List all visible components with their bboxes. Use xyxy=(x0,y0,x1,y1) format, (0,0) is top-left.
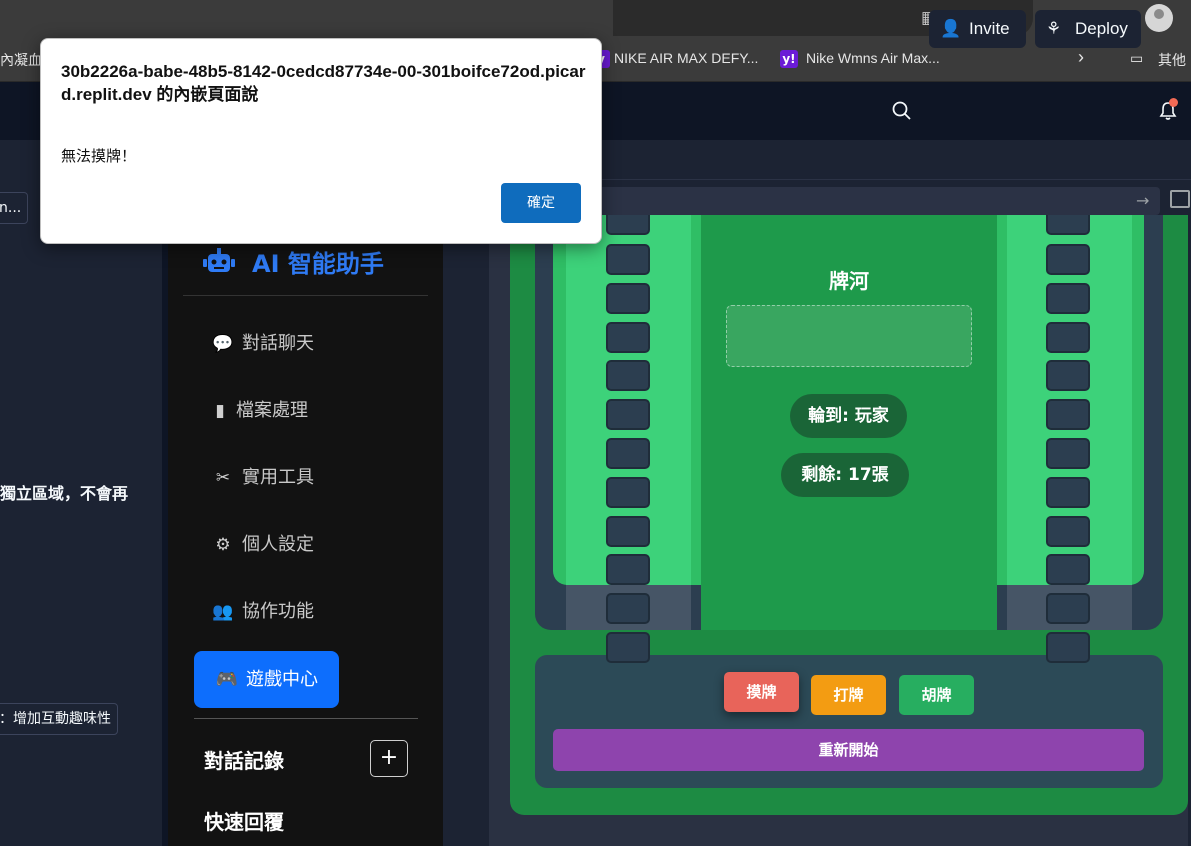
face-down-tile xyxy=(1046,554,1090,586)
face-down-tile xyxy=(1046,515,1090,547)
face-down-tile xyxy=(606,515,650,547)
face-down-tile xyxy=(1046,244,1090,275)
sidebar-item-label: 遊戲中心 xyxy=(246,669,318,690)
face-down-tile xyxy=(1046,215,1090,235)
face-down-tile xyxy=(1046,593,1090,625)
app-title: AI 智能助手 xyxy=(252,250,384,278)
search-icon[interactable] xyxy=(890,99,912,121)
chat-text-fragment: 獨立區域，不會再 xyxy=(0,484,129,503)
face-down-tile xyxy=(606,244,650,275)
win-button[interactable]: 胡牌 xyxy=(899,675,974,715)
layout-gap xyxy=(443,215,489,846)
sidebar-item-files[interactable]: ▮ 檔案處理 xyxy=(210,391,308,431)
sidebar-item-collab[interactable]: 👥 協作功能 xyxy=(210,592,314,632)
deploy-label: Deploy xyxy=(1075,19,1128,38)
sidebar-divider xyxy=(183,295,428,296)
bookmark-item[interactable]: 內凝血 xyxy=(0,50,42,70)
sidebar-item-label: 協作功能 xyxy=(242,601,314,622)
sidebar-item-settings[interactable]: ⚙ 個人設定 xyxy=(210,525,314,565)
add-conversation-button[interactable]: + xyxy=(370,740,408,777)
face-down-tile xyxy=(1046,282,1090,314)
sidebar-divider xyxy=(194,718,418,719)
file-chip[interactable]: n... xyxy=(0,192,29,224)
restart-button[interactable]: 重新開始 xyxy=(553,729,1144,771)
face-down-tile xyxy=(1046,632,1090,663)
bookmark-item[interactable]: Nike Wmns Air Max... xyxy=(806,50,940,66)
sidebar-item-game-center[interactable]: 🎮 遊戲中心 xyxy=(194,651,339,708)
comments-icon: 💬 xyxy=(212,334,234,354)
bookmark-item[interactable]: NIKE AIR MAX DEFY... xyxy=(614,50,758,66)
screenshot-root: ▦ A ☆ ✣ ☆ 內凝血 y NIKE AIR MAX DEFY... y! … xyxy=(0,0,1191,846)
sidebar-item-label: 實用工具 xyxy=(242,467,314,488)
remaining-tiles-badge: 剩餘: 17張 xyxy=(781,453,909,497)
file-upload-icon: ▮ xyxy=(215,401,225,421)
face-down-tile xyxy=(606,438,650,469)
face-down-tile xyxy=(1046,476,1090,508)
dialog-ok-button[interactable]: 確定 xyxy=(501,183,581,223)
sidebar-item-label: 對話聊天 xyxy=(242,333,314,354)
deploy-button[interactable]: ⚘ Deploy xyxy=(1035,10,1141,48)
sidebar-item-label: 個人設定 xyxy=(242,534,314,555)
gamepad-icon: 🎮 xyxy=(215,669,239,690)
sidebar-item-tools[interactable]: ✂ 實用工具 xyxy=(210,458,314,498)
robot-icon xyxy=(203,248,235,272)
face-down-tile xyxy=(606,476,650,508)
dialog-title: 30b2226a-babe-48b5-8142-0cedcd87734e-00-… xyxy=(61,62,586,104)
profile-icon[interactable] xyxy=(1145,4,1173,32)
face-down-tile xyxy=(606,554,650,586)
face-down-tile xyxy=(606,215,650,235)
face-down-tile xyxy=(1046,360,1090,392)
face-down-tile xyxy=(1046,438,1090,469)
face-down-tile xyxy=(606,399,650,431)
face-down-tile xyxy=(606,632,650,663)
history-title: 對話記錄 xyxy=(204,749,284,773)
bookmark-folder-other[interactable]: 其他 xyxy=(1158,50,1186,70)
sidebar-item-chat[interactable]: 💬 對話聊天 xyxy=(210,324,314,364)
dialog-message: 無法摸牌！ xyxy=(61,147,137,165)
gear-icon: ⚙ xyxy=(215,535,231,555)
chevron-right-icon[interactable]: › xyxy=(1078,47,1084,68)
face-down-tile xyxy=(1046,321,1090,353)
discard-tile-button[interactable]: 打牌 xyxy=(811,675,886,715)
face-down-tile xyxy=(606,321,650,353)
turn-indicator: 輪到: 玩家 xyxy=(790,394,907,438)
tools-icon: ✂ xyxy=(215,468,231,488)
add-user-icon: 👤 xyxy=(940,19,962,38)
face-down-tile xyxy=(606,593,650,625)
discard-river-label: 牌河 xyxy=(829,269,869,293)
deploy-icon: ⚘ xyxy=(1046,19,1062,38)
quick-reply-title: 快速回覆 xyxy=(204,810,284,834)
users-icon: 👥 xyxy=(212,602,234,622)
face-down-tile xyxy=(606,282,650,314)
face-down-tile xyxy=(606,360,650,392)
invite-button[interactable]: 👤 Invite xyxy=(929,10,1026,48)
yahoo-favicon-icon: y! xyxy=(780,50,798,68)
sidebar-item-label: 檔案處理 xyxy=(236,400,308,421)
webview-url-bar[interactable] xyxy=(560,187,1160,215)
arrow-right-icon[interactable]: → xyxy=(1136,191,1149,210)
face-down-tile xyxy=(1046,399,1090,431)
invite-label: Invite xyxy=(969,19,1010,38)
discard-river xyxy=(726,305,972,367)
folder-icon: ▭ xyxy=(1130,50,1144,66)
monitor-icon[interactable] xyxy=(1170,190,1190,208)
message-chip[interactable]: ：增加互動趣味性 xyxy=(0,703,118,735)
notification-dot xyxy=(1169,98,1178,107)
draw-tile-button[interactable]: 摸牌 xyxy=(724,672,799,712)
